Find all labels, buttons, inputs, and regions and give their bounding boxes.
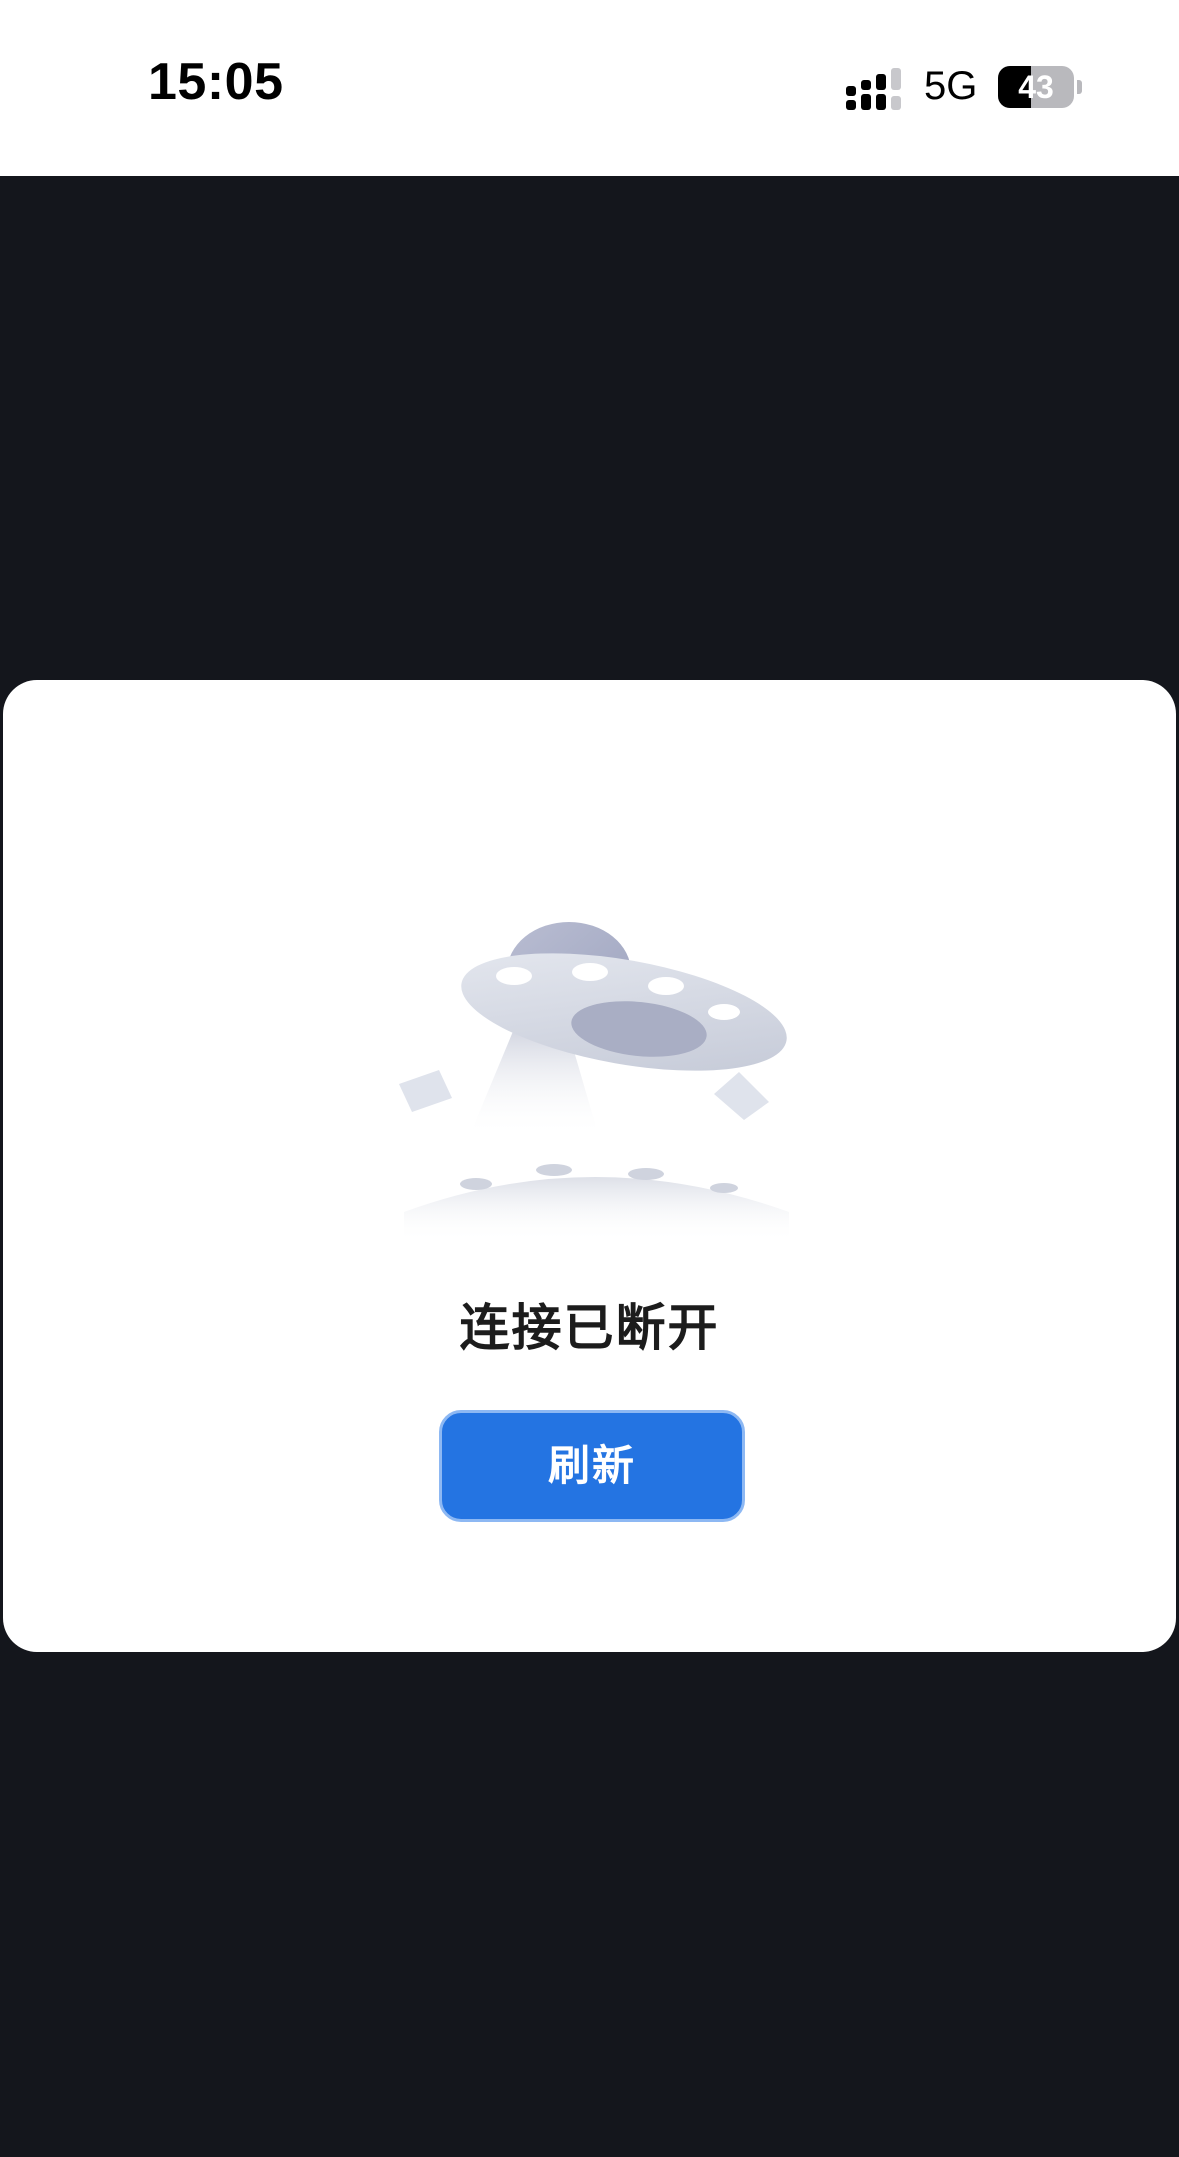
app-screen: 15:05 5G 43 连接已断开 刷新 [0, 0, 1179, 2157]
status-bar: 15:05 5G 43 [0, 0, 1179, 176]
battery-level: 43 [1018, 69, 1054, 105]
ufo-icon [399, 922, 789, 1242]
battery-cap [1077, 80, 1082, 94]
battery-icon: 43 [998, 66, 1074, 108]
connection-lost-message: 连接已断开 [459, 1299, 720, 1357]
disconnect-dialog: 连接已断开 刷新 [3, 680, 1176, 1652]
status-time: 15:05 [148, 53, 284, 111]
signal-strength-icon [846, 68, 901, 110]
network-type: 5G [924, 64, 978, 108]
refresh-button[interactable]: 刷新 [439, 1410, 745, 1522]
